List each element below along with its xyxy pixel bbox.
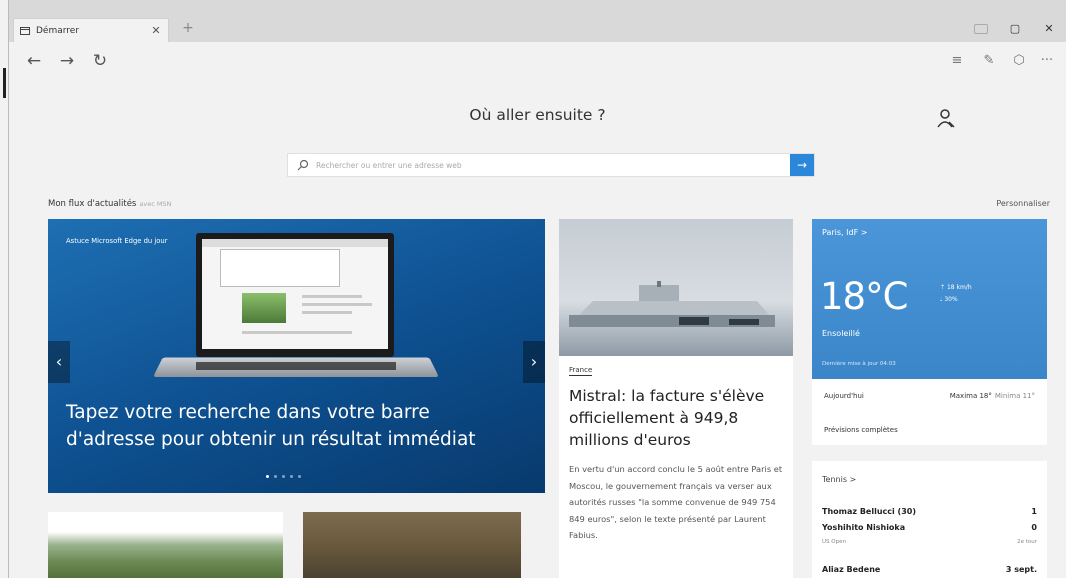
news-thumbnail[interactable] [303, 512, 521, 578]
tennis-round: 2e tour [1017, 539, 1037, 545]
tennis-next-match: Aliaz Bedene 3 sept. [822, 565, 1037, 574]
carousel-tag: Astuce Microsoft Edge du jour [66, 237, 168, 245]
news-feed-source: avec MSN [139, 200, 172, 208]
tab-start[interactable]: Démarrer ✕ [13, 18, 169, 42]
next-match-time: 3 sept. [1005, 565, 1037, 574]
tennis-player-row: Thomaz Bellucci (30) 1 [822, 507, 1037, 516]
weather-summary: Paris, IdF > 18°C ⇡ 18 km/h 💧︎ 30% Ensol… [812, 219, 1047, 379]
news-card[interactable]: France Mistral: la facture s'élève offic… [559, 219, 793, 578]
ship-image [569, 281, 775, 327]
article-summary: En vertu d'un accord conclu le 5 août en… [569, 464, 783, 540]
carousel-dot[interactable] [266, 475, 269, 478]
maximize-button[interactable]: ▢ [998, 18, 1032, 40]
tab-title: Démarrer [36, 25, 80, 36]
navigation-bar: ← → ↻ ≡ ✎ ⬡ ··· [9, 42, 1066, 80]
customize-link[interactable]: Personnaliser [996, 199, 1050, 208]
weather-today-label: Aujourd'hui [824, 392, 864, 400]
carousel-prev-button[interactable]: ‹ [48, 341, 70, 383]
news-thumbnail[interactable] [48, 512, 283, 578]
weather-forecast-link[interactable]: Prévisions complètes [812, 413, 1047, 445]
carousel-dot[interactable] [290, 475, 293, 478]
weather-card[interactable]: Paris, IdF > 18°C ⇡ 18 km/h 💧︎ 30% Ensol… [812, 219, 1047, 445]
weather-temperature: 18°C [820, 275, 908, 318]
carousel-caption[interactable]: Tapez votre recherche dans votre barre d… [66, 399, 506, 453]
window-edge [3, 68, 6, 98]
browser-window: Démarrer ✕ + ▢ ✕ ← → ↻ ≡ ✎ ⬡ ··· Où alle… [3, 0, 1066, 578]
weather-stats: ⇡ 18 km/h 💧︎ 30% [940, 282, 972, 306]
weather-today-row: Aujourd'hui Maxima 18° Minima 11° [812, 379, 1047, 413]
search-submit-button[interactable]: → [790, 154, 814, 176]
tennis-title[interactable]: Tennis > [822, 475, 856, 484]
minimize-button[interactable] [964, 18, 998, 40]
hub-button[interactable]: ≡ [947, 51, 967, 71]
weather-wind: 18 km/h [946, 284, 972, 291]
weather-city[interactable]: Paris, IdF > [822, 228, 867, 237]
close-tab-icon[interactable]: ✕ [148, 24, 164, 37]
weather-forecast-label: Prévisions complètes [824, 426, 898, 434]
forward-button[interactable]: → [56, 50, 78, 72]
more-button[interactable]: ··· [1037, 51, 1057, 71]
news-feed-title: Mon flux d'actualités [48, 199, 137, 209]
article-title[interactable]: Mistral: la facture s'élève officielleme… [569, 385, 785, 451]
carousel-next-button[interactable]: › [523, 341, 545, 383]
tab-page-icon [20, 26, 30, 35]
carousel-dots [266, 475, 301, 478]
next-player-name: Aliaz Bedene [822, 565, 881, 574]
refresh-button[interactable]: ↻ [89, 50, 111, 72]
search-icon [297, 159, 309, 171]
new-tab-button[interactable]: + [179, 19, 197, 37]
window-controls: ▢ ✕ [964, 18, 1066, 40]
weather-min: Minima 11° [994, 392, 1035, 400]
player-score: 1 [1031, 507, 1037, 516]
search-input[interactable] [316, 154, 786, 176]
weather-humidity: 30% [944, 296, 958, 303]
share-button[interactable]: ⬡ [1009, 51, 1029, 71]
tennis-card[interactable]: Tennis > Thomaz Bellucci (30) 1 Yoshihit… [812, 461, 1047, 578]
carousel-dot[interactable] [298, 475, 301, 478]
wind-icon: ⇡ [940, 284, 947, 291]
carousel-dot[interactable] [282, 475, 285, 478]
player-name: Yoshihito Nishioka [822, 523, 906, 532]
tennis-player-row: Yoshihito Nishioka 0 [822, 523, 1037, 532]
carousel-dot[interactable] [274, 475, 277, 478]
weather-max: Maxima 18° [949, 392, 992, 400]
back-button[interactable]: ← [23, 50, 45, 72]
close-window-button[interactable]: ✕ [1032, 18, 1066, 40]
article-category[interactable]: France [569, 366, 593, 376]
page-title: Où aller ensuite ? [469, 106, 606, 124]
laptop-illustration [196, 233, 394, 357]
web-note-button[interactable]: ✎ [979, 51, 999, 71]
search-box: → [287, 153, 815, 177]
tennis-tournament: US Open [822, 539, 846, 545]
weather-condition: Ensoleillé [822, 329, 860, 338]
user-icon[interactable] [937, 108, 955, 128]
news-feed-heading: Mon flux d'actualités avec MSN [48, 199, 171, 209]
minimize-icon [974, 24, 988, 34]
tennis-match-meta: US Open 2e tour [822, 539, 1037, 545]
player-score: 0 [1031, 523, 1037, 532]
weather-updated: Dernière mise à jour 04:03 [822, 361, 896, 367]
article-image [559, 219, 793, 356]
player-name: Thomaz Bellucci (30) [822, 507, 916, 516]
tips-carousel[interactable]: Astuce Microsoft Edge du jour ‹ › Tapez … [48, 219, 545, 493]
title-bar: Démarrer ✕ + ▢ ✕ [9, 0, 1066, 42]
